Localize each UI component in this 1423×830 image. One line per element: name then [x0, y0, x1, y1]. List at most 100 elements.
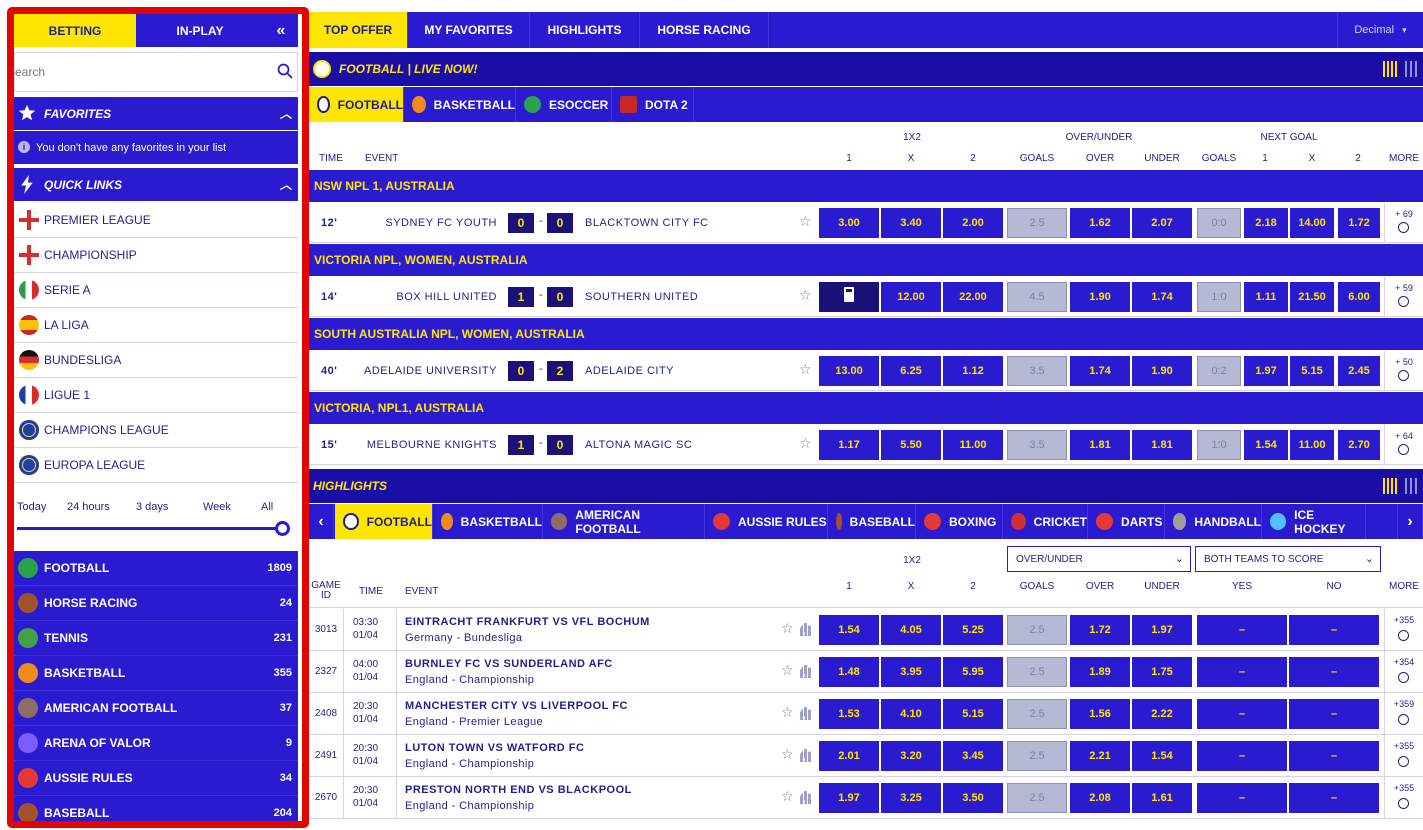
highlight-tab[interactable]: AMERICAN FOOTBALL: [543, 504, 705, 539]
more-markets[interactable]: + 64: [1389, 431, 1419, 441]
odd-under[interactable]: 1.97: [1132, 615, 1192, 645]
odd-o1[interactable]: 1.17: [819, 430, 879, 460]
time-filter-week[interactable]: Week: [203, 501, 231, 513]
more-markets[interactable]: +355: [1389, 741, 1419, 751]
stats-icon[interactable]: [800, 707, 811, 720]
nav-top-offer[interactable]: TOP OFFER: [309, 12, 408, 48]
more-icon[interactable]: [1398, 630, 1409, 641]
highlight-row[interactable]: 2670 20:30 01/04 PRESTON NORTH END VS BLACK…: [309, 777, 1423, 819]
odd-over[interactable]: 2.08: [1070, 783, 1130, 813]
highlight-row[interactable]: 2491 20:30 01/04 LUTON TOWN VS WATFORD FC En…: [309, 735, 1423, 777]
match-event[interactable]: LUTON TOWN VS WATFORD FC: [405, 742, 584, 754]
search-icon[interactable]: [277, 63, 293, 79]
odd-yes[interactable]: –: [1197, 699, 1287, 729]
collapse-sidebar-icon[interactable]: «: [264, 14, 298, 47]
nav-my-favorites[interactable]: MY FAVORITES: [408, 12, 530, 48]
odd-yes[interactable]: –: [1197, 615, 1287, 645]
star-icon[interactable]: ☆: [799, 287, 812, 304]
chevron-up-icon[interactable]: ︿: [280, 176, 292, 193]
stats-icon[interactable]: [800, 791, 811, 804]
odd-nx[interactable]: 11.00: [1290, 430, 1334, 460]
tab-in-play[interactable]: IN-PLAY: [136, 14, 264, 47]
star-icon[interactable]: ☆: [799, 361, 812, 378]
view-list-icon[interactable]: [1405, 478, 1417, 494]
more-markets[interactable]: + 69: [1389, 209, 1419, 219]
star-icon[interactable]: ☆: [781, 620, 794, 637]
odd-o1[interactable]: 1.54: [819, 615, 879, 645]
live-tab-esoccer[interactable]: ESOCCER: [516, 87, 612, 122]
match-row[interactable]: 40' ADELAIDE UNIVERSITY 0-2 ADELAIDE CITY ☆ 1…: [309, 351, 1423, 391]
quick-link-item[interactable]: CHAMPIONSHIP: [14, 238, 298, 273]
odd-ng[interactable]: 1:0: [1197, 282, 1241, 312]
match-row[interactable]: 15' MELBOURNE KNIGHTS 1-0 ALTONA MAGIC SC ☆ 1…: [309, 425, 1423, 465]
highlight-row[interactable]: 3013 03:30 01/04 EINTRACHT FRANKFURT VS VFL…: [309, 609, 1423, 651]
odd-n2[interactable]: 6.00: [1338, 282, 1380, 312]
star-icon[interactable]: ☆: [781, 788, 794, 805]
odd-under[interactable]: 1.54: [1132, 741, 1192, 771]
search-input[interactable]: [14, 65, 247, 79]
odd-over[interactable]: 1.72: [1070, 615, 1130, 645]
quick-link-item[interactable]: SERIE A: [14, 273, 298, 308]
highlight-row[interactable]: 2327 04:00 01/04 BURNLEY FC VS SUNDERLAND A…: [309, 651, 1423, 693]
odd-under[interactable]: 1.74: [1132, 282, 1192, 312]
time-filter-today[interactable]: Today: [17, 501, 46, 513]
more-icon[interactable]: [1398, 672, 1409, 683]
odd-under[interactable]: 2.07: [1132, 208, 1192, 238]
nav-horse-racing[interactable]: HORSE RACING: [640, 12, 769, 48]
odd-nx[interactable]: 5.15: [1290, 356, 1334, 386]
more-markets[interactable]: +355: [1389, 615, 1419, 625]
odd-over[interactable]: 1.90: [1070, 282, 1130, 312]
more-markets[interactable]: +359: [1389, 699, 1419, 709]
odd-no[interactable]: –: [1289, 783, 1379, 813]
odd-o1[interactable]: 1.53: [819, 699, 879, 729]
odd-nx[interactable]: 21.50: [1290, 282, 1334, 312]
more-icon[interactable]: [1398, 714, 1409, 725]
sport-item[interactable]: AMERICAN FOOTBALL 37: [14, 691, 298, 726]
more-icon[interactable]: [1398, 756, 1409, 767]
sport-item[interactable]: ARENA OF VALOR 9: [14, 726, 298, 761]
favorites-header[interactable]: FAVORITES ︿: [14, 97, 298, 130]
sport-item[interactable]: TENNIS 231: [14, 621, 298, 656]
quick-link-item[interactable]: BUNDESLIGA: [14, 343, 298, 378]
stats-icon[interactable]: [1398, 444, 1409, 455]
match-event[interactable]: BURNLEY FC VS SUNDERLAND AFC: [405, 658, 613, 670]
odd-o1[interactable]: 13.00: [819, 356, 879, 386]
odd-under[interactable]: 1.90: [1132, 356, 1192, 386]
stats-icon[interactable]: [1398, 296, 1409, 307]
odd-o1[interactable]: 3.00: [819, 208, 879, 238]
odd-yes[interactable]: –: [1197, 741, 1287, 771]
quick-link-item[interactable]: EUROPA LEAGUE: [14, 448, 298, 483]
highlight-tab[interactable]: FOOTBALL: [335, 504, 433, 539]
odd-ox[interactable]: 3.40: [881, 208, 941, 238]
odd-o2[interactable]: 5.95: [943, 657, 1003, 687]
tab-betting[interactable]: BETTING: [14, 14, 136, 47]
view-list-icon[interactable]: [1405, 61, 1417, 77]
odd-goals[interactable]: 2.5: [1007, 657, 1067, 687]
odd-ox[interactable]: 3.95: [881, 657, 941, 687]
more-icon[interactable]: [1398, 798, 1409, 809]
odd-ox[interactable]: 3.20: [881, 741, 941, 771]
chevron-up-icon[interactable]: ︿: [280, 105, 292, 122]
odd-o2[interactable]: 5.15: [943, 699, 1003, 729]
match-row[interactable]: 14' BOX HILL UNITED 1-0 SOUTHERN UNITED ☆ 12.…: [309, 277, 1423, 317]
quick-link-item[interactable]: LA LIGA: [14, 308, 298, 343]
odd-over[interactable]: 1.74: [1070, 356, 1130, 386]
sport-item[interactable]: HORSE RACING 24: [14, 586, 298, 621]
odd-o2[interactable]: 11.00: [943, 430, 1003, 460]
odd-goals[interactable]: 2.5: [1007, 615, 1067, 645]
odd-over[interactable]: 2.21: [1070, 741, 1130, 771]
odd-o1[interactable]: 1.48: [819, 657, 879, 687]
odd-n2[interactable]: 2.70: [1338, 430, 1380, 460]
odd-ox[interactable]: 4.10: [881, 699, 941, 729]
odd-n1[interactable]: 1.11: [1244, 282, 1288, 312]
star-icon[interactable]: ☆: [799, 213, 812, 230]
odd-o2[interactable]: 2.00: [943, 208, 1003, 238]
odd-goals[interactable]: 2.5: [1007, 208, 1067, 238]
odd-goals[interactable]: 2.5: [1007, 699, 1067, 729]
odd-goals[interactable]: 3.5: [1007, 430, 1067, 460]
odd-over[interactable]: 1.62: [1070, 208, 1130, 238]
stats-icon[interactable]: [800, 665, 811, 678]
odd-o1[interactable]: 2.01: [819, 741, 879, 771]
highlight-tab[interactable]: BASKETBALL: [433, 504, 543, 539]
star-icon[interactable]: ☆: [781, 662, 794, 679]
